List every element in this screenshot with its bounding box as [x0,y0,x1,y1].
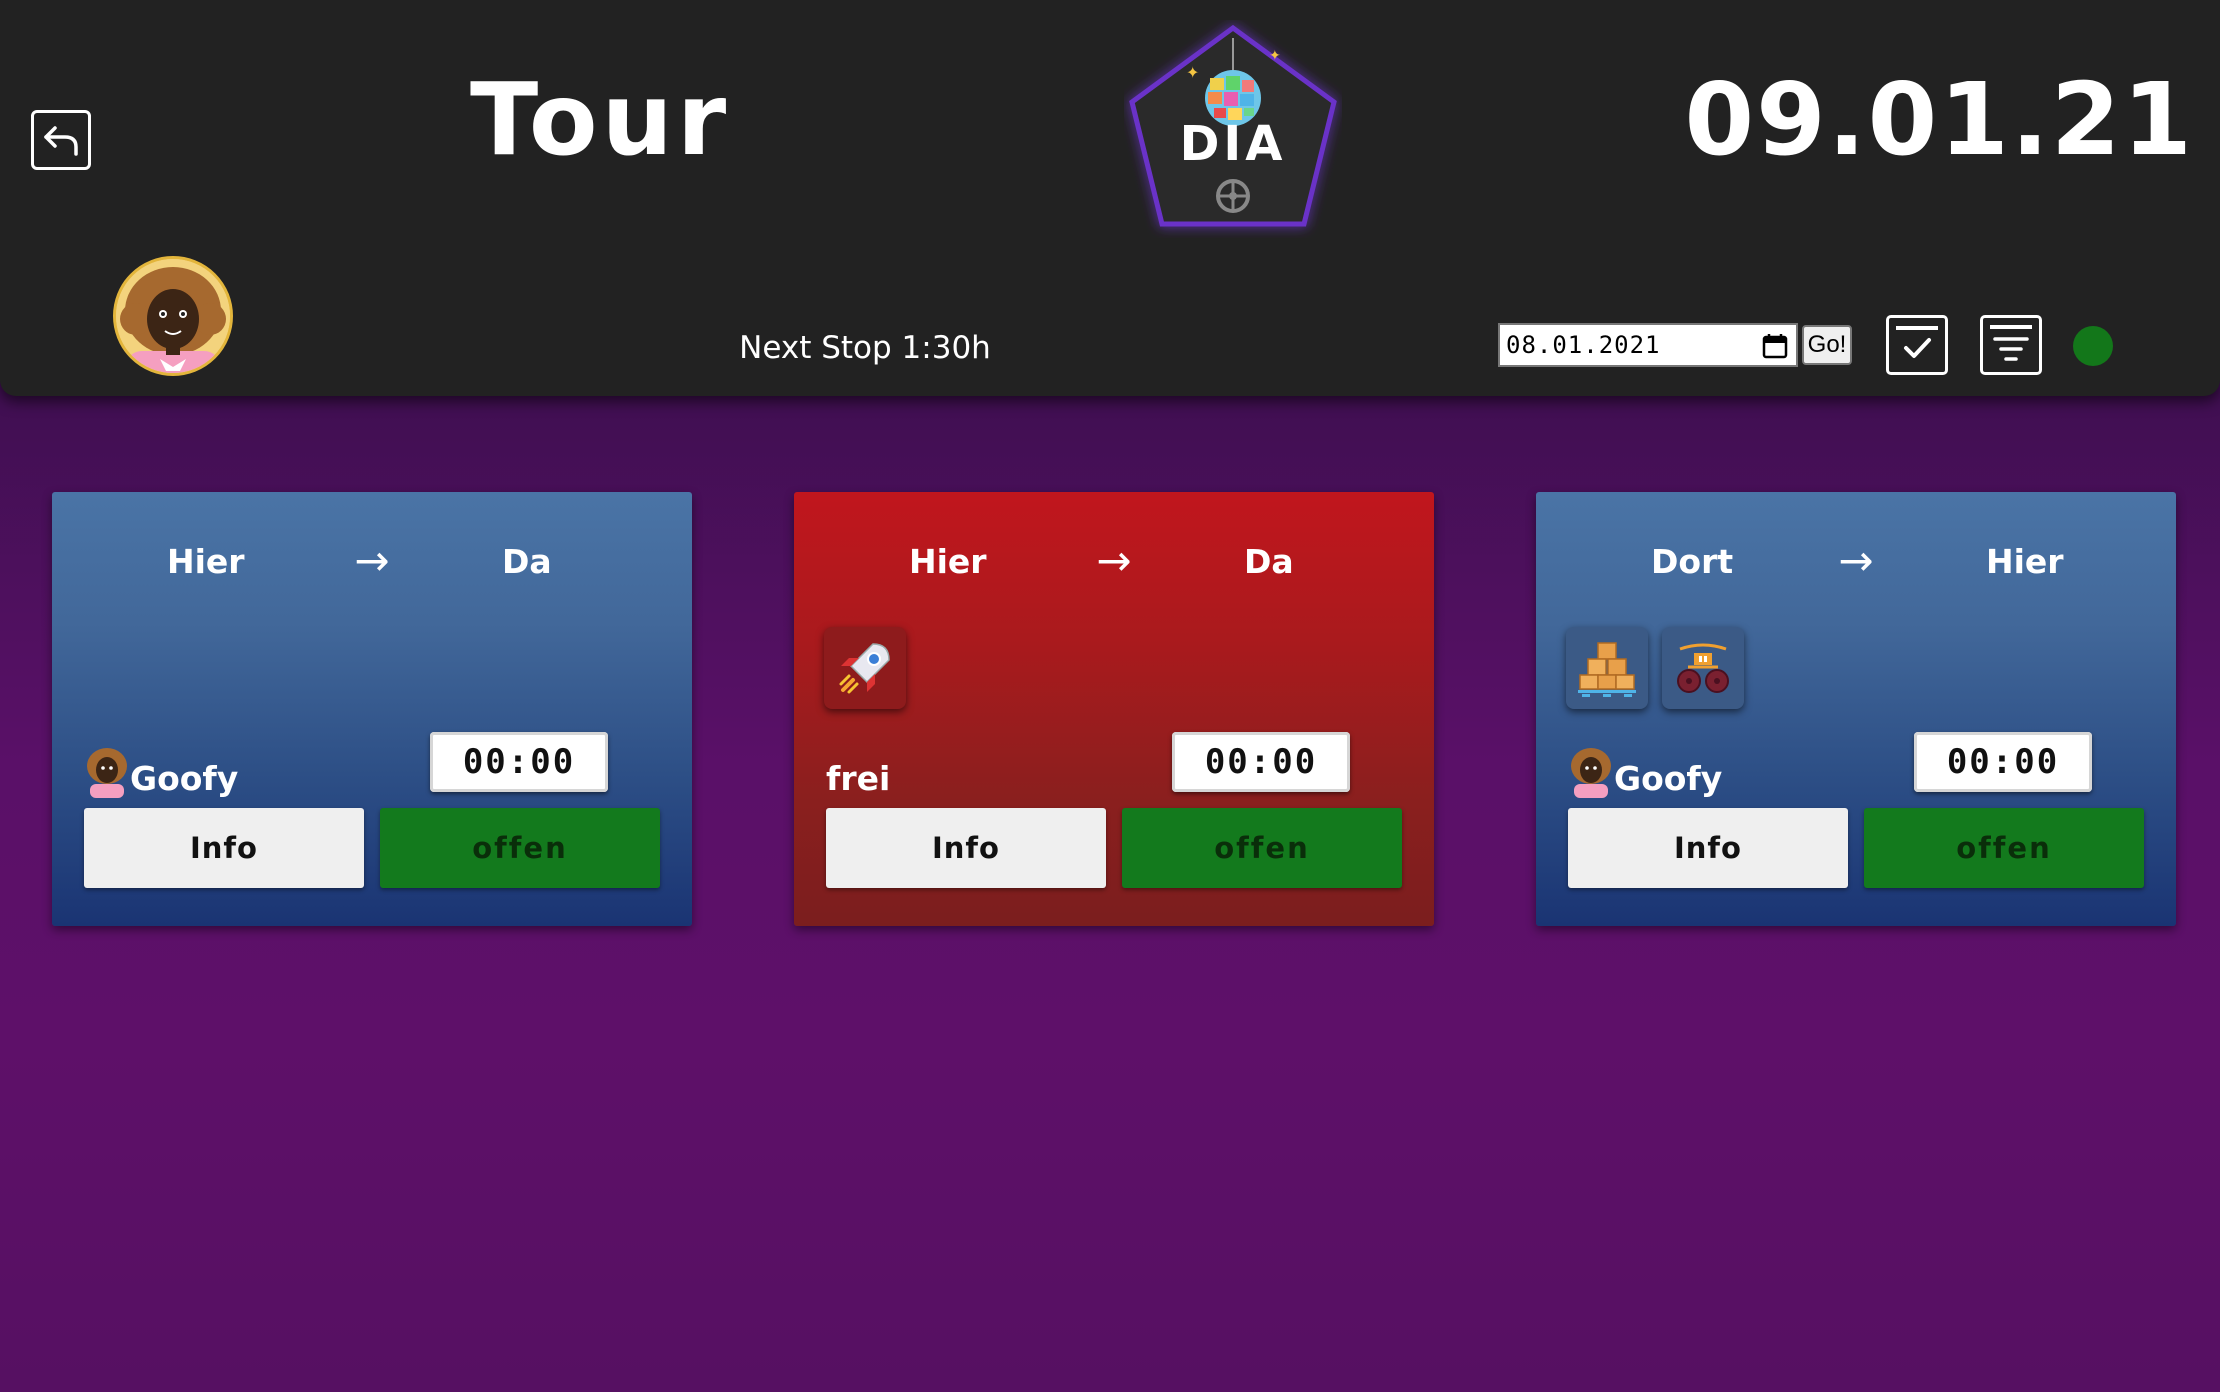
info-button[interactable]: Info [826,808,1106,888]
rocket-icon [839,643,890,694]
route-from: Hier [909,542,987,581]
timer-display: 00:00 [430,732,608,792]
avatar-icon [116,259,230,373]
rocket-tag [824,627,906,709]
confirm-button[interactable] [1886,315,1948,375]
route-from: Dort [1651,542,1734,581]
driver-name: Goofy [130,759,239,798]
user-avatar[interactable] [113,256,233,376]
driver-avatar-icon [87,748,127,798]
driver-name: frei [826,759,891,798]
arrow-right-icon: → [1096,536,1132,585]
filter-button[interactable] [1980,315,2042,375]
cart-tag [1662,627,1744,709]
check-square-icon [1896,326,1938,358]
calendar-icon[interactable] [1762,333,1788,359]
timer-display: 00:00 [1914,732,2092,792]
dia-logo: ✦ ✦ DIA [1124,20,1342,238]
status-offen-button[interactable]: offen [1122,808,1402,888]
arrow-right-icon: → [354,536,390,585]
info-button[interactable]: Info [1568,808,1848,888]
app-header: Tour ✦ ✦ DIA 09.01.21 Next Stop 1:30h 08… [0,0,2220,396]
driver: Goofy [84,742,238,798]
arrow-right-icon: → [1838,536,1874,585]
undo-arrow-icon [44,126,78,156]
date-picker-input[interactable]: 08.01.2021 [1498,323,1798,367]
current-date: 09.01.21 [1684,61,2194,178]
back-button[interactable] [31,110,91,170]
route: Dort → Hier [1536,536,2176,592]
connection-status-indicator [2073,326,2113,366]
route-from: Hier [167,542,245,581]
route: Hier → Da [794,536,1434,592]
driver-avatar-icon [1571,748,1611,798]
next-stop-label: Next Stop 1:30h [739,330,991,366]
route-to: Hier [1986,542,2064,581]
route: Hier → Da [52,536,692,592]
status-offen-button[interactable]: offen [1864,808,2144,888]
go-button[interactable]: Go! [1802,325,1852,365]
cart-icon [1677,643,1729,693]
driver: Goofy [1568,742,1722,798]
driver: frei [826,742,890,798]
info-button[interactable]: Info [84,808,364,888]
svg-text:✦: ✦ [1269,48,1281,64]
tour-card[interactable]: Dort → Hier Goofy 00:00 Info offen [1536,492,2176,926]
tour-card[interactable]: Hier → Da frei 00:00 Info offen [794,492,1434,926]
boxes-icon [1578,642,1636,697]
tour-card[interactable]: Hier → Da Goofy 00:00 Info offen [52,492,692,926]
timer-display: 00:00 [1172,732,1350,792]
filter-list-icon [1990,325,2032,361]
route-to: Da [1244,542,1294,581]
page-title: Tour [470,61,731,178]
svg-text:✦: ✦ [1186,63,1199,82]
status-offen-button[interactable]: offen [380,808,660,888]
boxes-tag [1566,627,1648,709]
route-to: Da [502,542,552,581]
svg-text:DIA: DIA [1180,116,1287,172]
date-input-value: 08.01.2021 [1506,331,1661,359]
driver-name: Goofy [1614,759,1723,798]
